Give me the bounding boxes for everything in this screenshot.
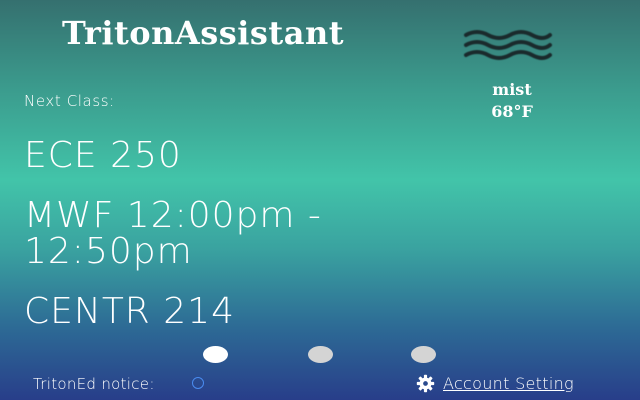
gear-icon (416, 374, 435, 393)
next-class-label: Next Class: (24, 92, 115, 110)
app-title: TritonAssistant (62, 14, 344, 52)
account-setting-label: Account Setting (443, 374, 574, 393)
page-dot-2[interactable] (308, 346, 333, 363)
page-dot-1[interactable] (203, 346, 228, 363)
fog-waves-icon (464, 30, 552, 60)
tritoned-notice-toggle[interactable] (192, 377, 204, 389)
class-time-continued: 12:50pm (24, 231, 193, 272)
page-indicator (0, 343, 640, 365)
class-location: CENTR 214 (24, 291, 235, 332)
weather-temperature: 68°F (491, 102, 533, 121)
class-time: MWF 12:00pm - (24, 195, 322, 236)
tritoned-notice-label: TritonEd notice: (33, 375, 155, 393)
page-dot-3[interactable] (411, 346, 436, 363)
class-course: ECE 250 (24, 135, 182, 176)
account-setting-link[interactable]: Account Setting (416, 374, 574, 393)
weather-description: mist (492, 80, 532, 99)
